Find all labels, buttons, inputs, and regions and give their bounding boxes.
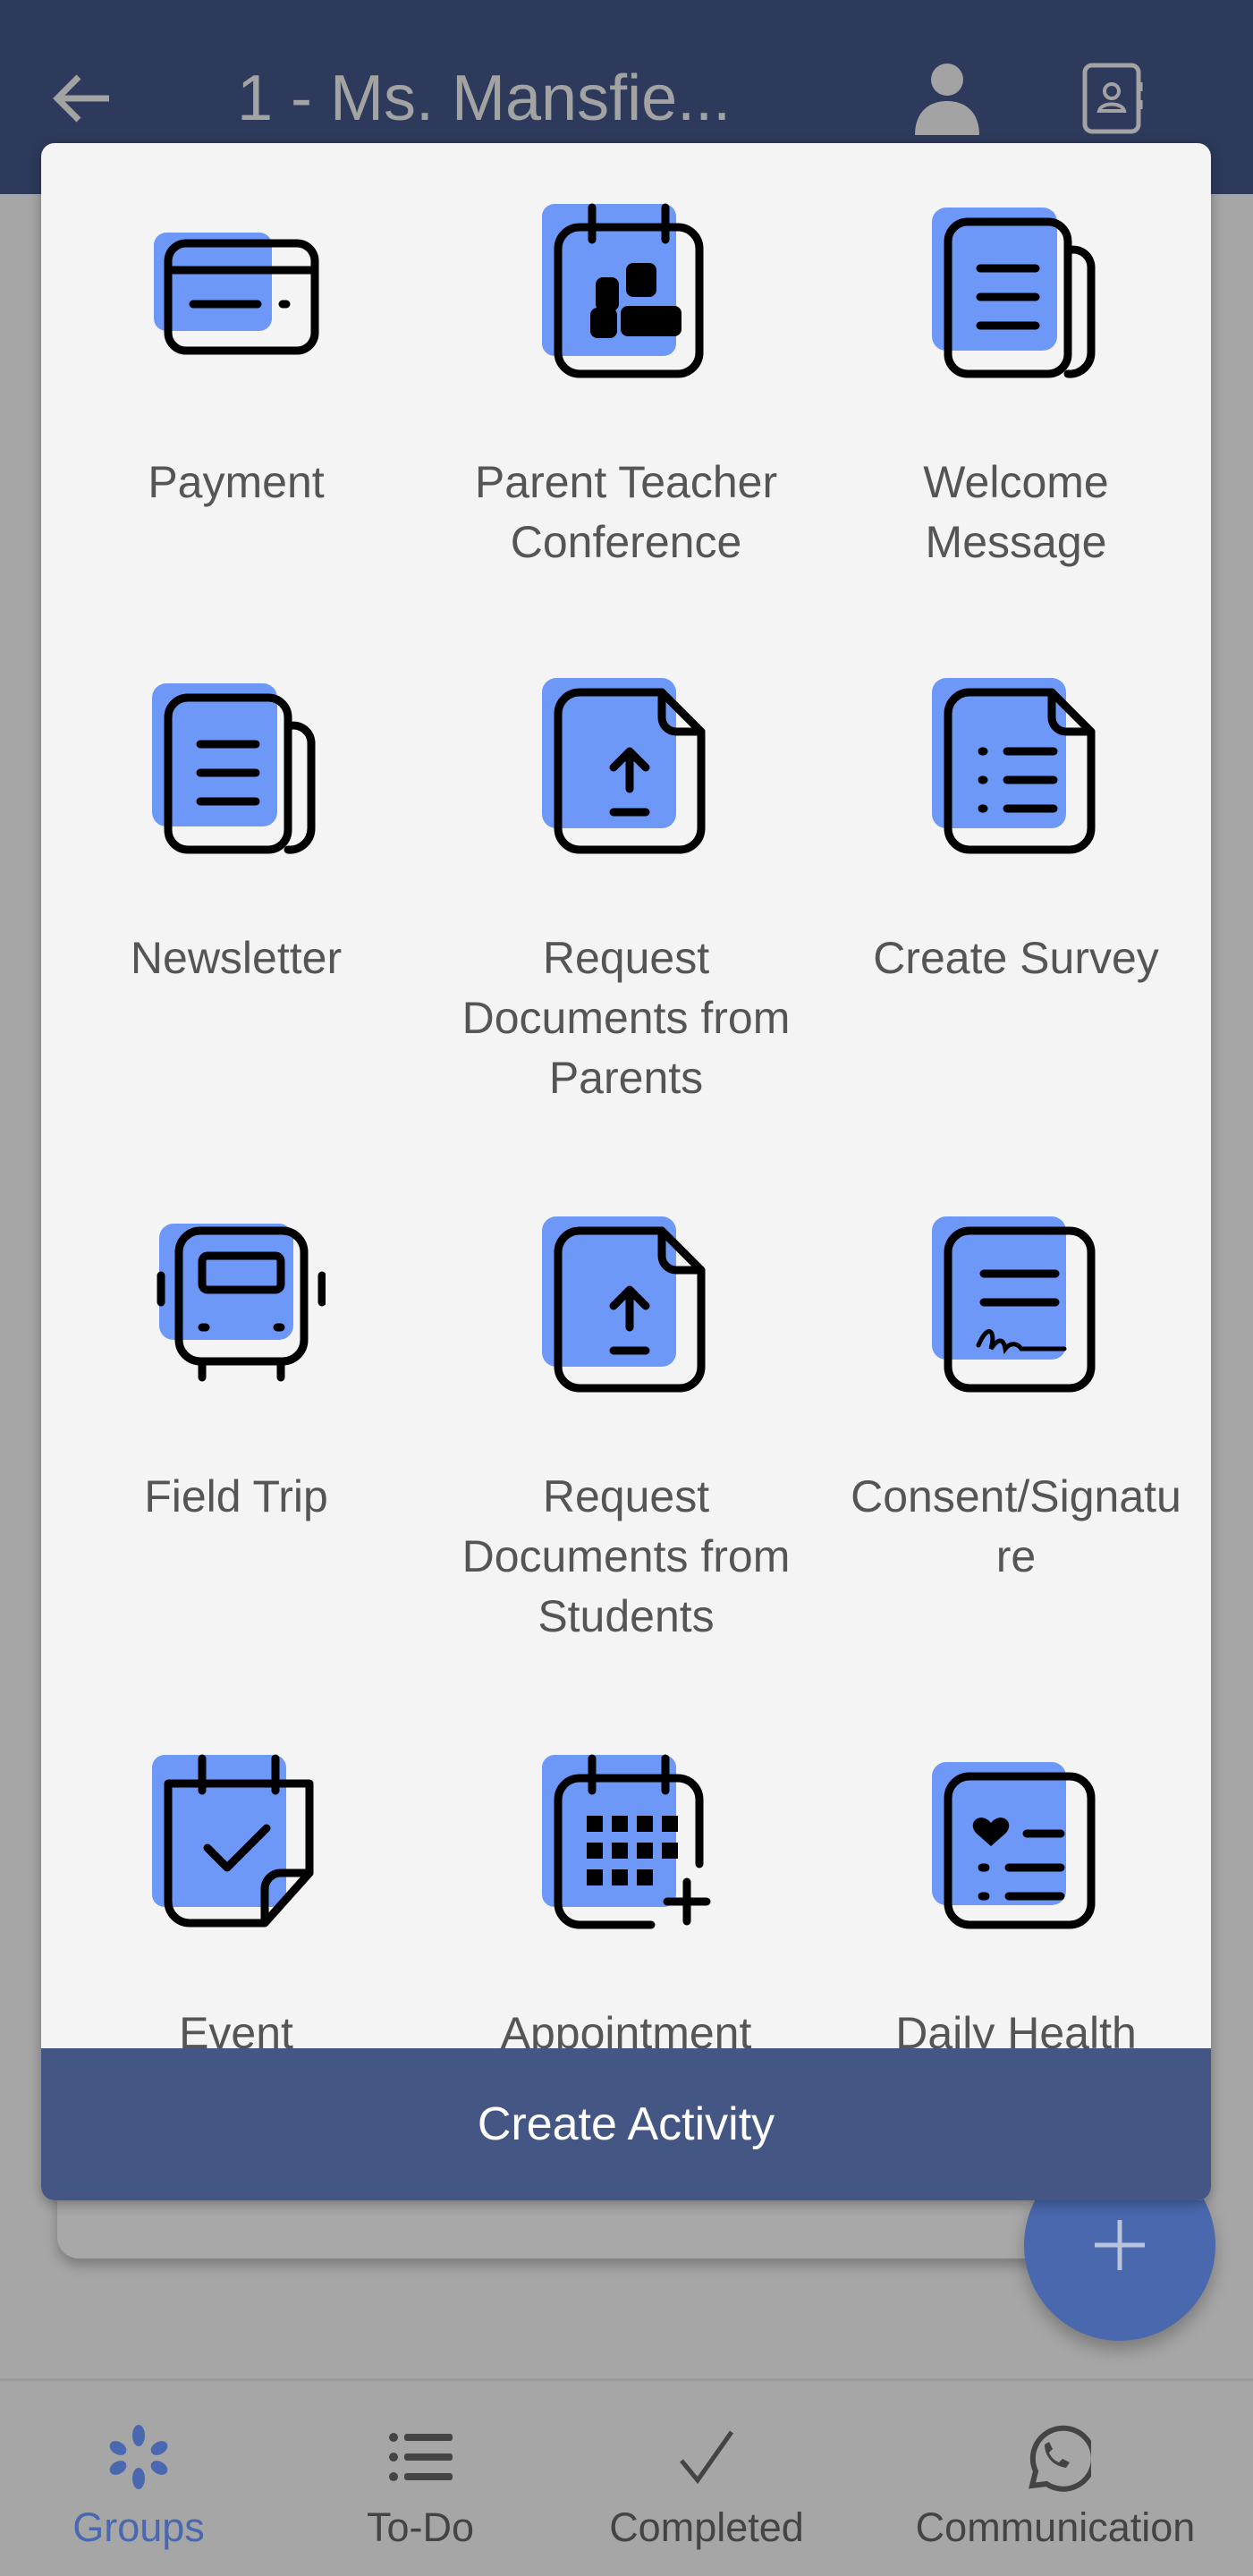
activity-label: Request Documents from Parents <box>461 933 791 1103</box>
nav-label: To-Do <box>366 2504 475 2550</box>
nav-label: Completed <box>609 2504 804 2550</box>
profile-button[interactable] <box>911 63 983 135</box>
activity-label: Payment <box>148 457 325 507</box>
activity-tile[interactable]: Appointment <box>431 1748 821 2048</box>
activity-label: Field Trip <box>144 1471 328 1521</box>
person-icon <box>915 64 979 135</box>
nav-label: Communication <box>915 2504 1196 2550</box>
activity-tile[interactable]: Payment <box>41 197 431 513</box>
activity-label: Event <box>179 2008 293 2048</box>
file-upload-icon <box>542 678 706 854</box>
back-button[interactable] <box>47 63 118 134</box>
create-activity-button[interactable]: Create Activity <box>41 2048 1211 2200</box>
survey-list-icon <box>932 678 1096 854</box>
activity-tile[interactable]: Request Documents from Students <box>431 1211 821 1647</box>
bottom-nav: Groups To-Do Completed Communication <box>0 2378 1253 2576</box>
create-activity-dialog: Payment Parent Teacher Conference Welcome … <box>41 143 1211 2200</box>
page-title: 1 - Ms. Mansfie... <box>237 63 732 134</box>
activity-tile[interactable]: Request Documents from Parents <box>431 673 821 1108</box>
activity-tile[interactable]: Event <box>41 1748 431 2048</box>
nav-completed[interactable]: Completed <box>590 2381 823 2576</box>
calendar-add-icon <box>542 1754 711 1929</box>
arrow-left-icon <box>53 74 109 123</box>
calendar-check-icon <box>152 1754 314 1928</box>
credit-card-icon <box>154 233 319 355</box>
activity-tile[interactable]: Consent/Signatu re <box>821 1211 1211 1587</box>
list-icon <box>389 2433 453 2481</box>
bus-icon <box>157 1224 326 1382</box>
check-icon <box>680 2430 734 2485</box>
activity-tile[interactable]: Field Trip <box>41 1211 431 1527</box>
nav-todo[interactable]: To-Do <box>322 2381 519 2576</box>
activity-grid[interactable]: Payment Parent Teacher Conference Welcome … <box>41 143 1211 2048</box>
signature-icon <box>932 1216 1096 1393</box>
activity-label: Newsletter <box>130 933 343 983</box>
activity-label: Consent/Signatu re <box>851 1471 1181 1581</box>
nav-communication[interactable]: Communication <box>894 2381 1216 2576</box>
activity-label: Request Documents from Students <box>461 1471 791 1641</box>
activity-label: Parent Teacher Conference <box>474 457 778 567</box>
groups-icon <box>109 2425 168 2489</box>
activity-tile[interactable]: Welcome Message <box>821 197 1211 572</box>
nav-groups[interactable]: Groups <box>36 2381 241 2576</box>
nav-label: Groups <box>72 2504 205 2550</box>
document-lines-icon <box>932 208 1096 378</box>
plus-icon <box>1095 2220 1145 2270</box>
contact-book-icon <box>1082 63 1143 134</box>
newsletter-icon <box>152 683 316 854</box>
activity-label: Welcome Message <box>923 457 1109 567</box>
activity-tile[interactable]: Create Survey <box>821 673 1211 988</box>
contacts-button[interactable] <box>1078 63 1149 134</box>
health-list-icon <box>932 1762 1096 1929</box>
calendar-icon <box>542 203 704 378</box>
whatsapp-icon <box>1029 2425 1091 2492</box>
activity-tile[interactable]: Parent Teacher Conference <box>431 197 821 572</box>
file-upload-icon <box>542 1216 706 1393</box>
activity-label: Create Survey <box>873 933 1159 983</box>
activity-tile[interactable]: Newsletter <box>41 673 431 988</box>
activity-label: Daily Health <box>895 2008 1137 2048</box>
activity-label: Appointment <box>500 2008 752 2048</box>
activity-tile[interactable]: Daily Health <box>821 1748 1211 2048</box>
